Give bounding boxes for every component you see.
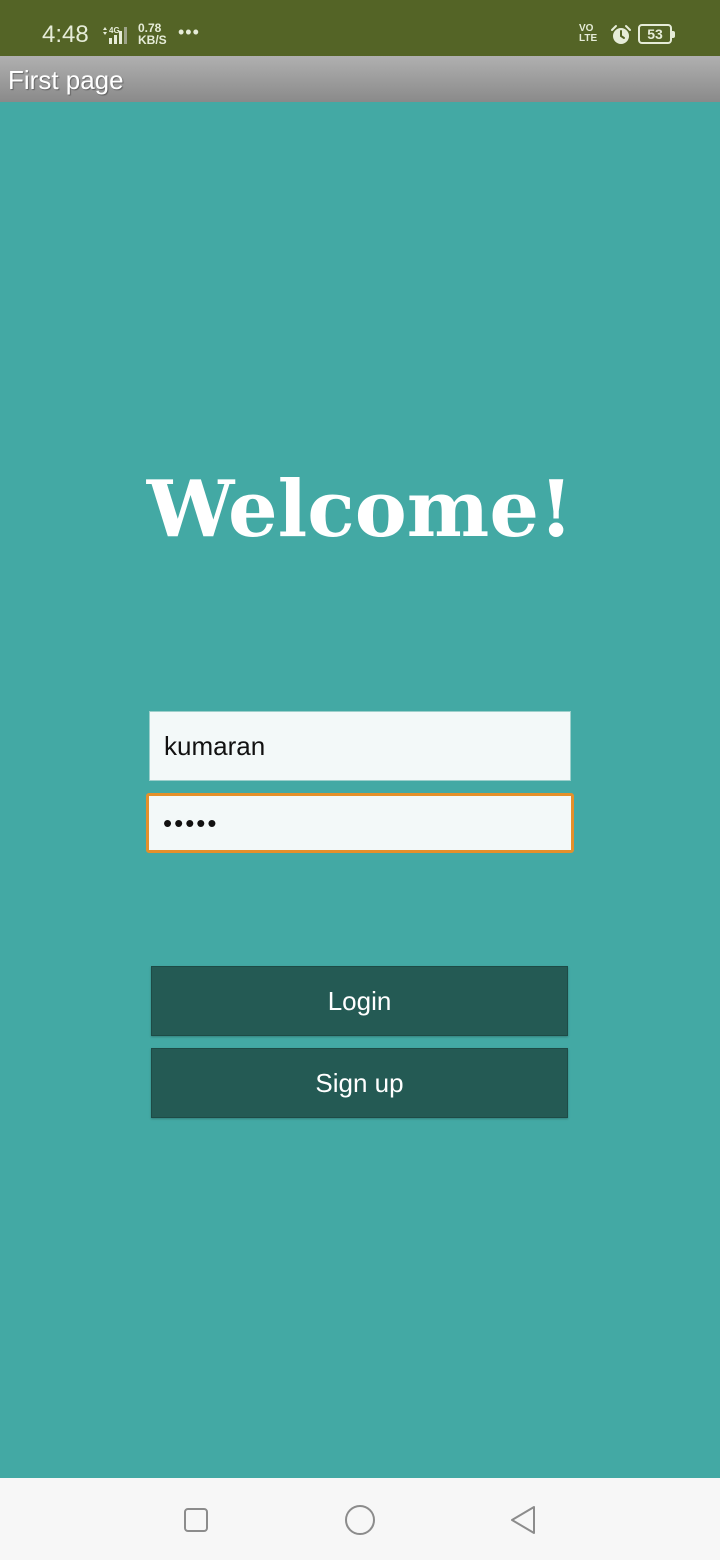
status-bar: 4:48 4G 0.78 KB/S ••• VO LTE 53: [0, 0, 720, 56]
recent-apps-icon[interactable]: [176, 1500, 216, 1540]
username-input[interactable]: [149, 711, 571, 781]
home-icon[interactable]: [340, 1500, 380, 1540]
signal-icon: 4G: [103, 26, 127, 44]
network-speed: 0.78 KB/S: [138, 22, 172, 46]
network-type-label: 4G: [109, 26, 120, 35]
welcome-heading: Welcome!: [146, 464, 574, 555]
page-title: First page: [8, 65, 124, 95]
speed-unit: KB/S: [138, 33, 167, 47]
volte-indicator: VO LTE: [579, 24, 605, 44]
title-bar: First page: [0, 56, 720, 102]
volte-line2: LTE: [579, 33, 598, 44]
status-time: 4:48: [42, 21, 89, 48]
battery-icon: 53: [638, 24, 675, 44]
navigation-bar: [0, 1478, 720, 1560]
alarm-clock-icon: [611, 25, 631, 44]
app-screen: 4:48 4G 0.78 KB/S ••• VO LTE 53 First pa…: [0, 0, 720, 1560]
back-icon[interactable]: [504, 1500, 544, 1540]
login-button[interactable]: Login: [151, 966, 568, 1036]
signup-button[interactable]: Sign up: [151, 1048, 568, 1118]
more-notifications-icon: •••: [178, 22, 200, 42]
password-input[interactable]: [146, 793, 574, 853]
